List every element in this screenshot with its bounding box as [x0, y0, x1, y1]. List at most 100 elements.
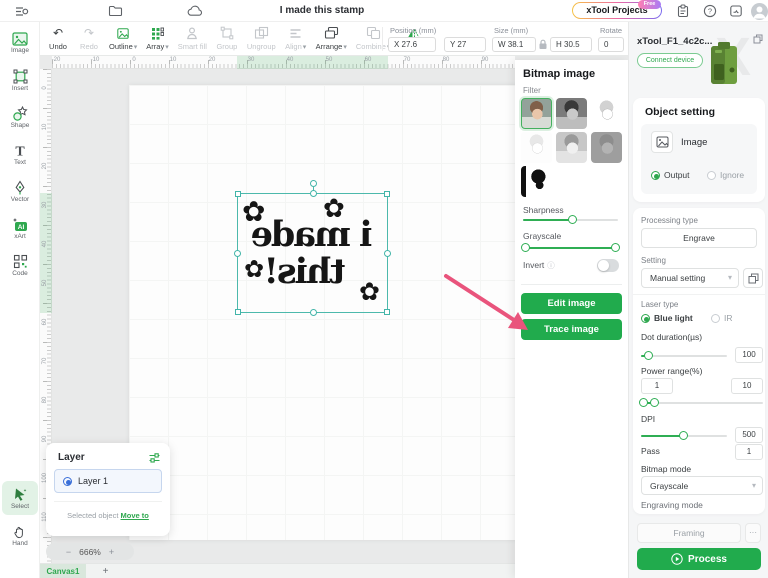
filter-thumbnail-soft-grayscale[interactable] — [556, 132, 587, 163]
sidebar-item-select[interactable]: Select — [2, 481, 38, 515]
filter-thumbnail-emboss[interactable] — [591, 132, 622, 163]
redo-button[interactable]: ↷Redo — [77, 24, 101, 52]
smart-fill-button[interactable]: Smart fill — [177, 24, 208, 52]
layer-settings-icon[interactable] — [148, 452, 161, 464]
position-x-field[interactable]: X 27.6 — [388, 37, 436, 52]
sharpness-slider-knob[interactable] — [568, 215, 577, 224]
dot-duration-input[interactable]: 100 — [735, 347, 763, 363]
sidebar-item-xart[interactable]: AI xArt — [0, 211, 40, 245]
processing-type-dropdown[interactable]: Engrave — [641, 228, 757, 248]
output-radio[interactable]: Output — [651, 170, 690, 180]
laser-ir-radio[interactable]: IR — [711, 313, 733, 323]
user-avatar[interactable] — [751, 3, 768, 20]
grayscale-slider-knob-max[interactable] — [611, 243, 620, 252]
power-max-input[interactable]: 10 — [731, 378, 763, 394]
pass-input[interactable]: 1 — [735, 444, 763, 460]
align-button[interactable]: Align — [284, 24, 308, 52]
resize-handle-top-right[interactable] — [384, 191, 390, 197]
filter-thumbnail-original[interactable] — [521, 98, 552, 129]
sidebar-item-text[interactable]: T Text — [0, 137, 40, 171]
sidebar-item-insert[interactable]: Insert — [0, 63, 40, 97]
material-library-icon[interactable] — [743, 268, 763, 288]
invert-toggle[interactable] — [597, 259, 619, 272]
feedback-clipboard-icon[interactable] — [676, 4, 690, 18]
object-type-icon — [651, 131, 673, 153]
array-button[interactable]: Array — [145, 24, 169, 52]
size-h-field[interactable]: H 30.5 — [550, 37, 592, 52]
select-tool-icon — [12, 487, 28, 502]
resize-handle-bottom-right[interactable] — [384, 309, 390, 315]
undo-button[interactable]: ↶Undo — [46, 24, 70, 52]
rotate-handle[interactable] — [310, 180, 317, 187]
filter-thumbnail-dark-grayscale[interactable] — [556, 98, 587, 129]
filter-thumbnail-light-sketch[interactable] — [521, 132, 552, 163]
lock-ratio-icon[interactable] — [538, 39, 548, 50]
output-radio-dot — [651, 171, 660, 180]
layer-row[interactable]: Layer 1 — [54, 469, 162, 493]
tab-canvas1[interactable]: Canvas1 — [40, 564, 86, 578]
sidebar-item-hand[interactable]: Hand — [0, 518, 40, 552]
power-min-input[interactable]: 1 — [641, 378, 673, 394]
filter-thumbnail-sketch[interactable] — [591, 98, 622, 129]
open-file-icon[interactable] — [108, 4, 123, 18]
size-w-field[interactable]: W 38.1 — [492, 37, 536, 52]
outline-button[interactable]: Outline — [108, 24, 138, 52]
power-min-knob[interactable] — [639, 398, 648, 407]
open-device-window-icon[interactable] — [753, 34, 763, 44]
selected-stamp-object[interactable]: ✿ ✿ i made ✿ this! ✿ — [237, 193, 388, 313]
selected-object-text: Selected object — [67, 511, 118, 520]
sidebar-item-vector[interactable]: Vector — [0, 174, 40, 208]
ungroup-button[interactable]: Ungroup — [246, 24, 277, 52]
connect-device-button[interactable]: Connect device — [637, 53, 703, 68]
position-y-field[interactable]: Y 27 — [444, 37, 486, 52]
grayscale-slider-knob-min[interactable] — [521, 243, 530, 252]
resize-handle-right[interactable] — [384, 250, 391, 257]
add-canvas-button[interactable]: + — [98, 564, 113, 578]
sidebar-item-image[interactable]: Image — [0, 26, 40, 60]
move-to-link[interactable]: Move to — [121, 511, 149, 520]
power-range-slider[interactable] — [641, 402, 763, 404]
laser-type-label: Laser type — [641, 300, 678, 309]
laser-blue-radio[interactable]: Blue light — [641, 313, 693, 323]
dpi-slider[interactable] — [641, 435, 727, 437]
trace-image-button[interactable]: Trace image — [521, 319, 622, 340]
grayscale-slider[interactable] — [523, 247, 618, 249]
bitmap-mode-dropdown[interactable]: Grayscale — [641, 476, 763, 495]
sidebar-item-shape[interactable]: Shape — [0, 100, 40, 134]
help-icon[interactable]: ? — [703, 4, 717, 18]
resize-handle-bottom-left[interactable] — [235, 309, 241, 315]
resize-handle-bottom[interactable] — [310, 309, 317, 316]
power-max-knob[interactable] — [650, 398, 659, 407]
resize-handle-left[interactable] — [234, 250, 241, 257]
dot-duration-slider[interactable] — [641, 355, 727, 357]
edit-image-button[interactable]: Edit image — [521, 293, 622, 314]
zoom-out-button[interactable]: − — [66, 547, 71, 557]
group-icon — [220, 25, 234, 41]
hand-tool-icon — [13, 524, 27, 539]
framing-button[interactable]: Framing — [637, 523, 741, 543]
zoom-in-button[interactable]: + — [109, 547, 114, 557]
resize-handle-top-left[interactable] — [235, 191, 241, 197]
combine-button[interactable]: Combine — [355, 24, 392, 52]
cloud-icon[interactable] — [187, 4, 203, 17]
process-button[interactable]: Process — [637, 548, 761, 570]
sidebar-item-code[interactable]: Code — [0, 248, 40, 282]
filter-label: Filter — [523, 86, 541, 95]
dot-duration-knob[interactable] — [644, 351, 653, 360]
dpi-knob[interactable] — [679, 431, 688, 440]
dpi-input[interactable]: 500 — [735, 427, 763, 443]
ignore-radio[interactable]: Ignore — [707, 170, 744, 180]
resize-handle-top[interactable] — [310, 190, 317, 197]
arrange-button[interactable]: Arrange — [315, 24, 348, 52]
sharpness-slider[interactable] — [523, 219, 618, 221]
setting-dropdown[interactable]: Manual setting — [641, 268, 739, 288]
filter-thumbnail-threshold[interactable] — [521, 166, 552, 197]
pass-label: Pass — [641, 446, 660, 456]
rotate-field[interactable]: 0 — [598, 37, 624, 52]
framing-more-button[interactable]: ··· — [745, 523, 761, 543]
layer-footer: Selected object Move to — [46, 511, 170, 520]
ignore-radio-dot — [707, 171, 716, 180]
main-menu-icon[interactable] — [14, 4, 29, 19]
group-button[interactable]: Group — [215, 24, 239, 52]
notifications-icon[interactable] — [729, 4, 743, 18]
